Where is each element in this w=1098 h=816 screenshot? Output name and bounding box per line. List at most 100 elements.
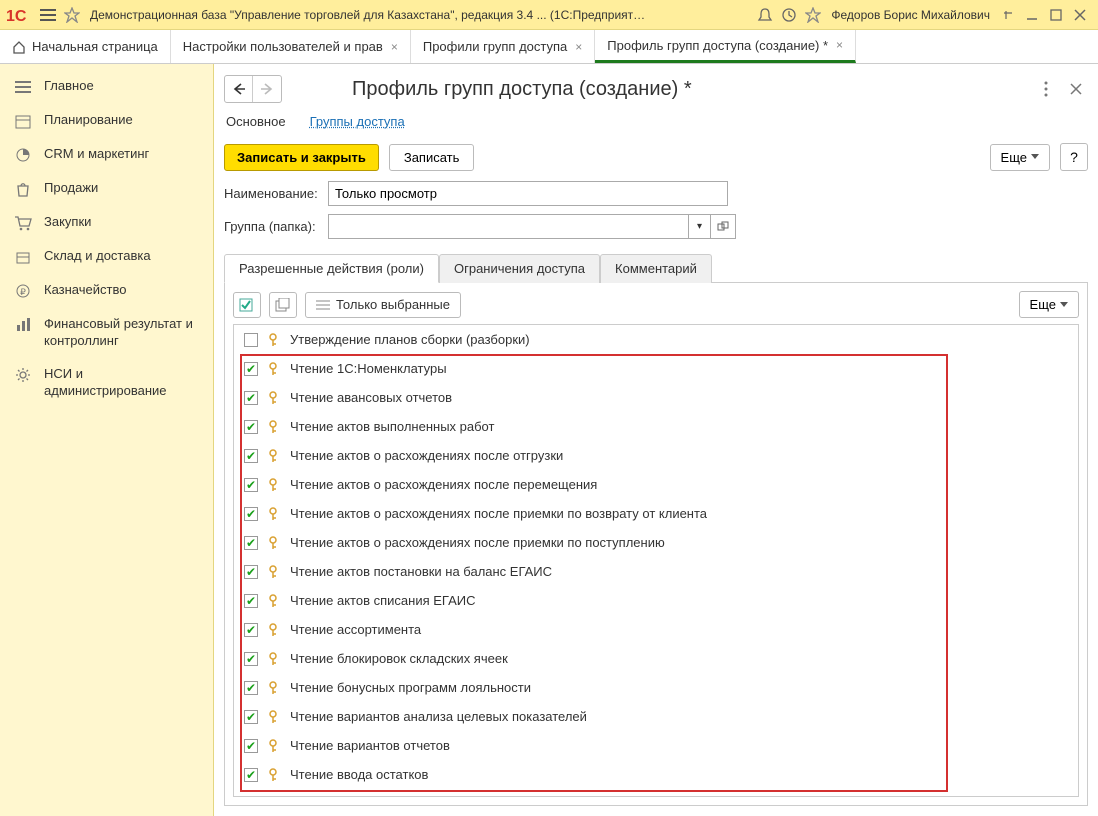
role-row[interactable]: Чтение актов выполненных работ [234, 412, 1078, 441]
close-page-icon[interactable] [1064, 77, 1088, 101]
check-all-button[interactable] [233, 292, 261, 318]
help-button[interactable]: ? [1060, 143, 1088, 171]
tab[interactable]: Настройки пользователей и прав× [171, 30, 411, 63]
role-checkbox[interactable] [244, 623, 258, 637]
linktab-groups[interactable]: Группы доступа [310, 114, 405, 129]
role-row[interactable]: Чтение актов о расхождениях после отгруз… [234, 441, 1078, 470]
role-row[interactable]: Чтение актов о расхождениях после приемк… [234, 499, 1078, 528]
role-row[interactable]: Чтение бонусных программ лояльности [234, 673, 1078, 702]
bell-icon[interactable] [753, 3, 777, 27]
favorite-icon[interactable] [801, 3, 825, 27]
app-title: Демонстрационная база "Управление торгов… [90, 8, 650, 22]
role-row[interactable]: Чтение актов списания ЕГАИС [234, 586, 1078, 615]
tab[interactable]: Профили групп доступа× [411, 30, 595, 63]
role-checkbox[interactable] [244, 681, 258, 695]
svg-text:1С: 1С [6, 8, 27, 24]
sidebar-item[interactable]: Продажи [0, 172, 213, 206]
caret-icon[interactable] [996, 3, 1020, 27]
role-checkbox[interactable] [244, 333, 258, 347]
save-button[interactable]: Записать [389, 144, 475, 171]
group-dropdown-button[interactable]: ▾ [688, 214, 710, 239]
sidebar-item[interactable]: CRM и маркетинг [0, 138, 213, 172]
close-icon[interactable] [1068, 3, 1092, 27]
sidebar-item-label: Склад и доставка [44, 248, 151, 265]
tab-label: Начальная страница [32, 39, 158, 54]
sidebar-item[interactable]: Планирование [0, 104, 213, 138]
role-row[interactable]: Чтение ассортимента [234, 615, 1078, 644]
history-icon[interactable] [777, 3, 801, 27]
box-icon [12, 248, 34, 266]
role-checkbox[interactable] [244, 420, 258, 434]
linktab-main[interactable]: Основное [226, 114, 286, 129]
key-icon [268, 710, 280, 724]
group-open-button[interactable] [710, 214, 736, 239]
menu-icon[interactable] [36, 3, 60, 27]
role-checkbox[interactable] [244, 536, 258, 550]
role-row[interactable]: Чтение ввода остатков [234, 760, 1078, 789]
role-checkbox[interactable] [244, 652, 258, 666]
save-close-button[interactable]: Записать и закрыть [224, 144, 379, 171]
name-input[interactable] [328, 181, 728, 206]
sidebar-item[interactable]: Склад и доставка [0, 240, 213, 274]
subtab-restrictions[interactable]: Ограничения доступа [439, 254, 600, 283]
role-row[interactable]: Чтение 1С:Номенклатуры [234, 354, 1078, 383]
role-row[interactable]: Чтение авансовых отчетов [234, 383, 1078, 412]
role-row[interactable]: Чтение блокировок складских ячеек [234, 644, 1078, 673]
role-row[interactable]: Утверждение планов сборки (разборки) [234, 325, 1078, 354]
sidebar-item-label: CRM и маркетинг [44, 146, 149, 163]
role-checkbox[interactable] [244, 594, 258, 608]
star-icon[interactable] [60, 3, 84, 27]
tab[interactable]: Профиль групп доступа (создание) *× [595, 30, 856, 63]
subtabs: Разрешенные действия (роли) Ограничения … [224, 253, 1088, 283]
role-checkbox[interactable] [244, 449, 258, 463]
only-selected-button[interactable]: Только выбранные [305, 292, 461, 318]
role-checkbox[interactable] [244, 362, 258, 376]
sidebar-item[interactable]: Закупки [0, 206, 213, 240]
role-row[interactable]: Чтение вариантов анализа целевых показат… [234, 702, 1078, 731]
group-input[interactable] [328, 214, 688, 239]
sidebar-item[interactable]: Финансовый результат и контроллинг [0, 308, 213, 358]
role-label: Чтение вариантов анализа целевых показат… [290, 709, 587, 724]
role-row[interactable]: Чтение актов о расхождениях после переме… [234, 470, 1078, 499]
role-checkbox[interactable] [244, 565, 258, 579]
key-icon [268, 652, 280, 666]
role-checkbox[interactable] [244, 391, 258, 405]
tab-close-icon[interactable]: × [575, 40, 582, 54]
role-checkbox[interactable] [244, 710, 258, 724]
tab-close-icon[interactable]: × [391, 40, 398, 54]
kebab-icon[interactable] [1034, 77, 1058, 101]
tab-close-icon[interactable]: × [836, 38, 843, 52]
sidebar-item[interactable]: НСИ и администрирование [0, 358, 213, 408]
role-checkbox[interactable] [244, 507, 258, 521]
roles-list[interactable]: Утверждение планов сборки (разборки)Чтен… [234, 325, 1078, 796]
nav-forward-button [253, 76, 281, 102]
tab[interactable]: Начальная страница [0, 30, 171, 63]
key-icon [268, 768, 280, 782]
svg-text:₽: ₽ [20, 287, 26, 297]
key-icon [268, 449, 280, 463]
key-icon [268, 333, 280, 347]
role-row[interactable]: Чтение актов о расхождениях после приемк… [234, 528, 1078, 557]
maximize-icon[interactable] [1044, 3, 1068, 27]
subtab-roles[interactable]: Разрешенные действия (роли) [224, 254, 439, 283]
role-label: Чтение ассортимента [290, 622, 421, 637]
minimize-icon[interactable] [1020, 3, 1044, 27]
role-row[interactable]: Чтение вариантов отчетов [234, 731, 1078, 760]
sidebar-item[interactable]: ₽Казначейство [0, 274, 213, 308]
role-checkbox[interactable] [244, 478, 258, 492]
role-checkbox[interactable] [244, 768, 258, 782]
key-icon [268, 507, 280, 521]
sidebar-item[interactable]: Главное [0, 70, 213, 104]
subtab-comment[interactable]: Комментарий [600, 254, 712, 283]
more-button[interactable]: Еще [990, 144, 1050, 171]
user-name[interactable]: Федоров Борис Михайлович [831, 8, 990, 22]
role-row[interactable]: Чтение актов постановки на баланс ЕГАИС [234, 557, 1078, 586]
nav-back-button[interactable] [225, 76, 253, 102]
key-icon [268, 478, 280, 492]
role-label: Чтение вариантов отчетов [290, 738, 450, 753]
role-checkbox[interactable] [244, 739, 258, 753]
key-icon [268, 362, 280, 376]
uncheck-all-button[interactable] [269, 292, 297, 318]
titlebar: 1С Демонстрационная база "Управление тор… [0, 0, 1098, 30]
panel-more-button[interactable]: Еще [1019, 291, 1079, 318]
